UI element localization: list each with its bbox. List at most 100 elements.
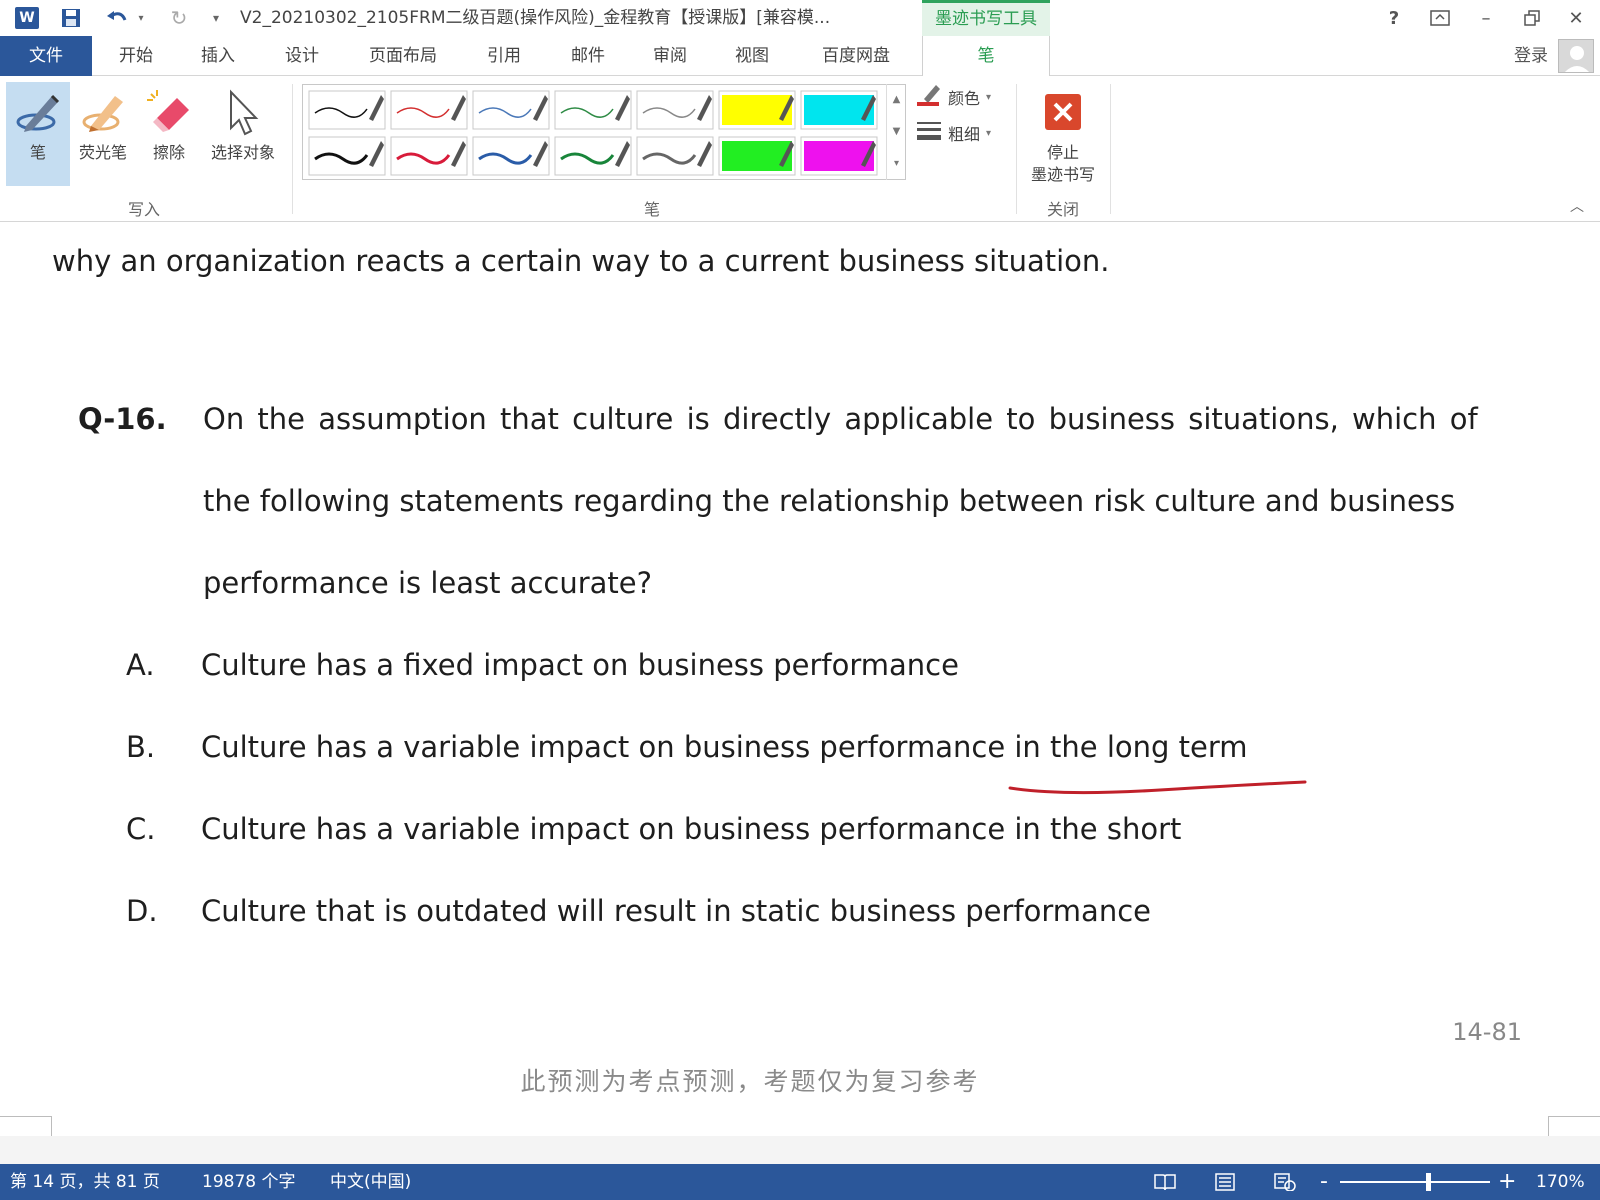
pen-tool-button[interactable]: 笔 [6, 82, 70, 186]
option-letter-c: C. [126, 812, 156, 846]
highlighter-swatch[interactable] [800, 90, 878, 130]
language-status[interactable]: 中文(中国) [330, 1164, 411, 1200]
ribbon-display-options-icon[interactable] [1420, 0, 1460, 36]
tab-insert[interactable]: 插入 [188, 36, 248, 76]
question-line-2: the following statements regarding the r… [203, 484, 1456, 518]
page-corner-mark-right [1548, 1116, 1600, 1136]
pen-swatches [308, 90, 878, 176]
help-button[interactable]: ? [1374, 0, 1414, 36]
eraser-tool-button[interactable]: 擦除 [138, 82, 200, 186]
highlighter-swatch[interactable] [718, 136, 796, 176]
zoom-out-button[interactable]: - [1320, 1164, 1328, 1200]
pen-swatch[interactable] [472, 136, 550, 176]
tab-mailings[interactable]: 邮件 [558, 36, 618, 76]
cursor-arrow-icon [202, 82, 284, 142]
tab-baidu-netdisk[interactable]: 百度网盘 [808, 36, 904, 76]
question-line-1: On the assumption that culture is direct… [203, 402, 1478, 436]
chevron-down-icon: ▾ [986, 91, 992, 103]
pen-swatch[interactable] [308, 136, 386, 176]
write-group-label: 写入 [127, 200, 160, 219]
pen-swatch[interactable] [636, 136, 714, 176]
gallery-scroll: ▲ ▼ ▾ [886, 84, 906, 180]
group-separator [1110, 84, 1111, 214]
pen-swatch[interactable] [636, 90, 714, 130]
ribbon-pen-panel: 笔 荧光笔 擦除 选择对象 写入 ▲ ▼ ▾ 笔 颜色 ▾ 粗细 ▾ 停止 墨迹… [0, 76, 1600, 222]
highlighter-icon [72, 82, 134, 142]
page-corner-mark-left [0, 1116, 52, 1136]
customize-quick-access-icon[interactable]: ▾ [206, 3, 226, 33]
page-count-status[interactable]: 第 14 页，共 81 页 [10, 1164, 160, 1200]
pen-tool-label: 笔 [29, 143, 46, 162]
line-thickness-icon [916, 119, 942, 147]
word-count-status[interactable]: 19878 个字 [202, 1164, 295, 1200]
title-bar: W ▾ ↻ ▾ V2_20210302_2105FRM二级百题(操作风险)_金程… [0, 0, 1600, 36]
read-mode-icon[interactable] [1152, 1170, 1178, 1194]
stop-ink-icon [1022, 82, 1104, 142]
redo-icon[interactable]: ↻ [164, 3, 194, 33]
tab-page-layout[interactable]: 页面布局 [358, 36, 448, 76]
save-icon[interactable] [56, 3, 86, 33]
minimize-button[interactable]: – [1466, 0, 1506, 36]
pen-swatch[interactable] [472, 90, 550, 130]
highlighter-swatch[interactable] [718, 90, 796, 130]
gallery-scroll-up-icon[interactable]: ▲ [887, 84, 906, 116]
option-letter-a: A. [126, 648, 155, 682]
avatar[interactable] [1558, 39, 1594, 73]
zoom-level[interactable]: 170% [1536, 1164, 1585, 1200]
pen-color-icon [916, 83, 942, 111]
ink-tools-context-label: 墨迹书写工具 [922, 0, 1050, 36]
select-objects-button[interactable]: 选择对象 [202, 82, 284, 186]
highlighter-tool-label: 荧光笔 [78, 143, 127, 162]
undo-icon[interactable] [100, 3, 134, 33]
option-text-c: Culture has a variable impact on busines… [201, 812, 1182, 846]
pen-swatch[interactable] [390, 136, 468, 176]
word-app-icon[interactable]: W [12, 3, 42, 33]
pen-icon [6, 82, 70, 142]
gallery-scroll-down-icon[interactable]: ▼ [887, 116, 906, 148]
highlighter-swatch[interactable] [800, 136, 878, 176]
restore-button[interactable] [1512, 0, 1552, 36]
close-group-label: 关闭 [1046, 200, 1079, 219]
document-canvas: why an organization reacts a certain way… [0, 222, 1600, 1136]
tab-home[interactable]: 开始 [106, 36, 166, 76]
option-letter-b: B. [126, 730, 156, 764]
pen-swatch[interactable] [308, 90, 386, 130]
sign-in-link[interactable]: 登录 [1514, 36, 1548, 76]
document-title: V2_20210302_2105FRM二级百题(操作风险)_金程教育【授课版】[… [240, 8, 831, 28]
undo-dropdown-icon[interactable]: ▾ [134, 3, 148, 33]
option-text-d: Culture that is outdated will result in … [201, 894, 1151, 928]
print-layout-icon[interactable] [1212, 1170, 1238, 1194]
pen-swatch[interactable] [390, 90, 468, 130]
tab-view[interactable]: 视图 [722, 36, 782, 76]
group-separator [292, 84, 293, 214]
thickness-button[interactable]: 粗细 ▾ [916, 118, 991, 148]
chevron-down-icon: ▾ [986, 127, 992, 139]
question-line-3: performance is least accurate? [203, 566, 653, 600]
footer-note: 此预测为考点预测，考题仅为复习参考 [520, 1067, 980, 1096]
tab-file[interactable]: 文件 [0, 36, 92, 76]
zoom-slider-thumb[interactable] [1426, 1173, 1431, 1191]
pens-group-label: 笔 [643, 200, 660, 219]
tab-design[interactable]: 设计 [272, 36, 332, 76]
stop-inking-button[interactable]: 停止 墨迹书写 [1022, 82, 1104, 186]
pen-style-gallery [302, 84, 906, 180]
close-button[interactable]: ✕ [1556, 0, 1596, 36]
pen-swatch[interactable] [554, 90, 632, 130]
tab-review[interactable]: 审阅 [640, 36, 700, 76]
tab-references[interactable]: 引用 [474, 36, 534, 76]
zoom-in-button[interactable]: + [1498, 1164, 1516, 1200]
option-text-b: Culture has a variable impact on busines… [201, 730, 1248, 764]
collapse-ribbon-icon[interactable]: ︿ [1570, 196, 1584, 216]
zoom-slider-track[interactable] [1340, 1181, 1490, 1183]
pen-swatch[interactable] [554, 136, 632, 176]
select-objects-label: 选择对象 [210, 143, 275, 162]
gallery-more-icon[interactable]: ▾ [887, 148, 906, 180]
web-layout-icon[interactable] [1272, 1170, 1298, 1194]
eraser-icon [138, 82, 200, 142]
highlighter-tool-button[interactable]: 荧光笔 [72, 82, 134, 186]
ink-underline-annotation[interactable] [1000, 774, 1320, 804]
stop-inking-label-2: 墨迹书写 [1030, 165, 1095, 184]
color-button[interactable]: 颜色 ▾ [916, 82, 991, 112]
question-number: Q-16. [78, 402, 167, 436]
tab-pen[interactable]: 笔 [922, 36, 1050, 77]
